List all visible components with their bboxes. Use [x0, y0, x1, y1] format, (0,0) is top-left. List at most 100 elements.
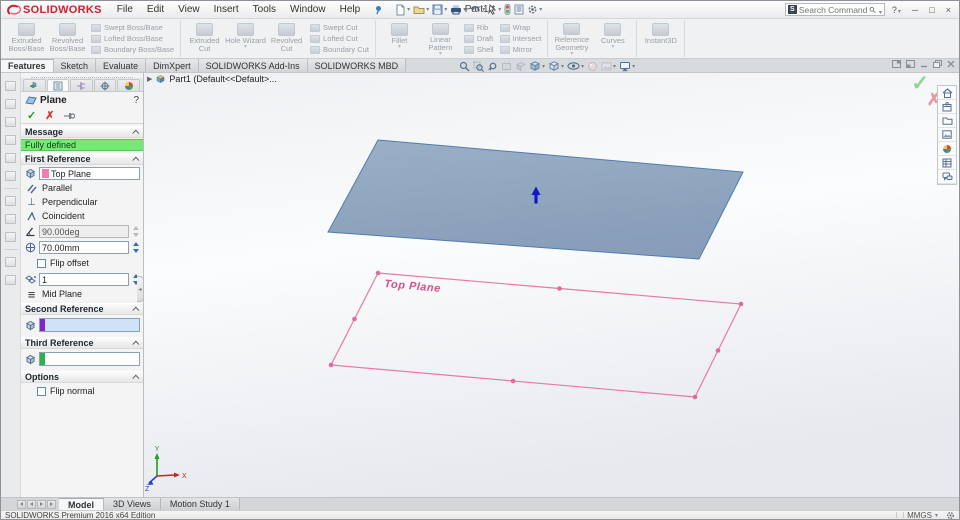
plane-count-input[interactable]: 1 [39, 273, 129, 286]
select-button[interactable] [487, 2, 502, 18]
search-input[interactable] [798, 4, 867, 15]
display-style-button[interactable] [548, 60, 564, 72]
custom-properties-tab[interactable] [938, 156, 956, 170]
menu-insert[interactable]: Insert [207, 1, 246, 18]
reference-geometry-caret[interactable]: ▾ [570, 51, 573, 57]
section-third-reference[interactable]: Third Reference [21, 337, 143, 349]
minimize-button[interactable]: ─ [908, 5, 922, 15]
rib-button[interactable]: Rib [463, 23, 494, 33]
flyout-feature-tree[interactable]: ▶ Part1 (Default<<Default>... [147, 74, 277, 84]
ok-button[interactable]: ✓ [27, 110, 36, 122]
linear-pattern-caret[interactable]: ▾ [439, 51, 442, 57]
menu-view[interactable]: View [171, 1, 207, 18]
coincident-option[interactable]: Coincident [21, 209, 143, 223]
tab-solidworks-add-ins[interactable]: SOLIDWORKS Add-Ins [198, 59, 308, 72]
doc-restore-icon[interactable] [933, 60, 942, 68]
file-explorer-tab[interactable] [938, 114, 956, 128]
tab-configuration-manager[interactable] [70, 79, 93, 91]
swept-boss-base-button[interactable]: Swept Boss/Base [91, 23, 174, 33]
print-button[interactable] [449, 2, 467, 18]
tab-dimxpert-manager[interactable] [93, 79, 117, 91]
open-button[interactable] [412, 2, 430, 18]
menu-edit[interactable]: Edit [140, 1, 171, 18]
view-left-icon[interactable] [5, 117, 16, 127]
shell-button[interactable]: Shell [463, 45, 494, 55]
tab-3d-views[interactable]: 3D Views [104, 498, 161, 510]
tab-evaluate[interactable]: Evaluate [96, 59, 147, 72]
lofted-boss-base-button[interactable]: Lofted Boss/Base [91, 34, 174, 44]
scroll-prev-button[interactable] [27, 499, 36, 509]
section-first-reference[interactable]: First Reference [21, 153, 143, 165]
view-back-icon[interactable] [5, 99, 16, 109]
tab-feature-manager[interactable] [23, 79, 46, 91]
swept-cut-button[interactable]: Swept Cut [310, 23, 369, 33]
search-icon[interactable] [869, 5, 876, 15]
search-commands-box[interactable]: S [784, 1, 885, 19]
third-reference-selection-box[interactable] [39, 352, 140, 366]
hole-wizard-button[interactable]: Hole Wizard ▾ [225, 20, 266, 57]
tab-features[interactable]: Features [1, 59, 54, 72]
view-right-icon[interactable] [5, 135, 16, 145]
tab-display-manager[interactable] [117, 79, 140, 91]
scroll-next-button[interactable] [37, 499, 46, 509]
menu-window[interactable]: Window [283, 1, 333, 18]
lofted-cut-button[interactable]: Lofted Cut [310, 34, 369, 44]
reference-geometry-button[interactable]: Reference Geometry ▾ [551, 20, 592, 57]
new-document-button[interactable] [394, 2, 411, 18]
graphics-viewport[interactable]: Top Plane Y X Z ▶ Part1 (Default<<Defaul… [144, 73, 959, 499]
tab-motion-study[interactable]: Motion Study 1 [160, 498, 240, 510]
help-button[interactable]: ? [888, 5, 905, 15]
cancel-button[interactable]: ✗ [45, 110, 54, 122]
flip-normal-checkbox[interactable] [37, 386, 46, 396]
close-button[interactable]: × [942, 5, 955, 15]
view-trimetric-icon[interactable] [5, 232, 16, 242]
mirror-button[interactable]: Mirror [499, 45, 542, 55]
doc-window-icon-a[interactable] [892, 60, 901, 68]
feature-tree-root[interactable]: Part1 (Default<<Default>... [169, 74, 276, 84]
view-normal-to-icon[interactable] [5, 196, 16, 206]
mid-plane-option[interactable]: ≡ Mid Plane [21, 287, 143, 302]
revolved-cut-button[interactable]: Revolved Cut [266, 20, 307, 57]
linear-pattern-button[interactable]: Linear Pattern ▾ [420, 20, 461, 57]
restore-button[interactable]: □ [925, 5, 938, 15]
search-scope-caret[interactable] [878, 1, 882, 19]
design-library-tab[interactable] [938, 100, 956, 114]
section-view-button[interactable] [501, 61, 512, 72]
extruded-boss-base-button[interactable]: Extruded Boss/Base [6, 20, 47, 57]
pin-menu-icon[interactable] [373, 5, 382, 15]
section-message[interactable]: Message [21, 126, 143, 138]
parallel-option[interactable]: Parallel [21, 181, 143, 195]
flip-normal-option[interactable]: Flip normal [21, 385, 143, 397]
boundary-boss-base-button[interactable]: Boundary Boss/Base [91, 45, 174, 55]
edit-appearance-button[interactable] [587, 61, 598, 72]
view-single-icon[interactable] [5, 257, 16, 267]
save-button[interactable] [431, 2, 448, 18]
perpendicular-option[interactable]: ⊥ Perpendicular [21, 195, 143, 209]
viewport-background[interactable] [144, 73, 959, 499]
zoom-to-fit-button[interactable] [459, 61, 470, 72]
scroll-first-button[interactable] [17, 499, 26, 509]
curves-button[interactable]: Curves ▾ [592, 20, 633, 57]
pm-help-icon[interactable]: ? [133, 95, 139, 106]
instant3d-button[interactable]: Instant3D [640, 20, 681, 57]
previous-view-button[interactable] [487, 61, 498, 72]
offset-distance-input[interactable]: 70.00mm [39, 241, 129, 254]
doc-minimize-icon[interactable] [920, 60, 928, 68]
flip-offset-checkbox[interactable] [37, 258, 46, 268]
tab-property-manager[interactable] [46, 79, 70, 91]
first-reference-selection-box[interactable]: Top Plane [39, 167, 140, 180]
zoom-to-area-button[interactable] [473, 61, 484, 72]
panel-collapse-handle[interactable]: ◂ [137, 276, 144, 302]
view-isometric-icon[interactable] [5, 171, 16, 181]
doc-close-icon[interactable] [947, 60, 955, 68]
draft-button[interactable]: Draft [463, 34, 494, 44]
keep-visible-pin-icon[interactable] [63, 111, 76, 121]
tab-sketch[interactable]: Sketch [53, 59, 97, 72]
offset-spinner[interactable] [131, 241, 140, 254]
status-options-gear-icon[interactable] [946, 511, 955, 520]
view-dimetric-icon[interactable] [5, 214, 16, 224]
tree-expand-icon[interactable]: ▶ [147, 75, 152, 83]
hide-show-items-button[interactable] [567, 61, 584, 71]
view-orientation-button[interactable] [529, 60, 545, 72]
revolved-boss-base-button[interactable]: Revolved Boss/Base [47, 20, 88, 57]
